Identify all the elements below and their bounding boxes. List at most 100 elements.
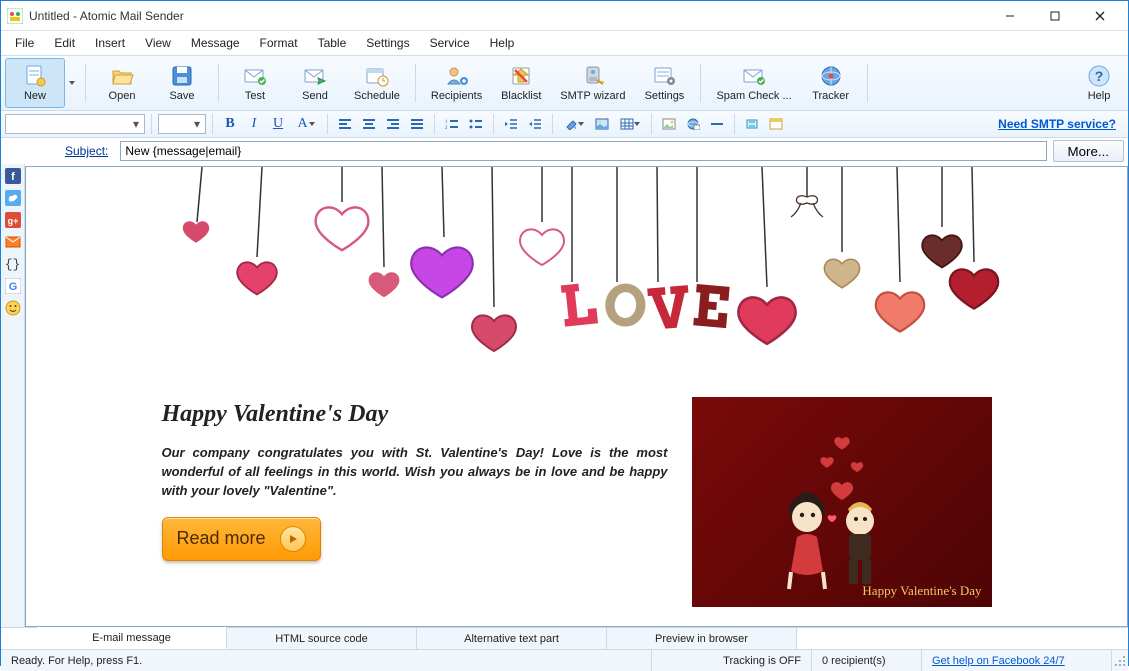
menu-service[interactable]: Service <box>422 34 478 52</box>
subject-more-button[interactable]: More... <box>1053 140 1124 162</box>
menu-edit[interactable]: Edit <box>46 34 83 52</box>
font-size-combo[interactable]: ▾ <box>158 114 206 134</box>
font-family-combo[interactable]: ▾ <box>5 114 145 134</box>
test-mail-icon <box>243 64 267 88</box>
insert-line-button[interactable] <box>706 113 728 135</box>
underline-button[interactable]: U <box>267 113 289 135</box>
indent-button[interactable] <box>524 113 546 135</box>
insert-picture-button[interactable] <box>591 113 613 135</box>
subject-label[interactable]: Subject: <box>59 142 114 160</box>
play-icon <box>280 526 306 552</box>
status-bar: Ready. For Help, press F1. Tracking is O… <box>1 649 1128 671</box>
align-center-button[interactable] <box>358 113 380 135</box>
italic-button[interactable]: I <box>243 113 265 135</box>
editor-tabs: E-mail message HTML source code Alternat… <box>1 627 1128 649</box>
test-label: Test <box>245 90 265 102</box>
code-braces-icon[interactable]: {} <box>5 256 21 272</box>
menu-format[interactable]: Format <box>252 34 306 52</box>
bold-button[interactable]: B <box>219 113 241 135</box>
status-tracking: Tracking is OFF <box>652 650 812 671</box>
tab-preview-browser[interactable]: Preview in browser <box>607 628 797 649</box>
facebook-icon[interactable]: f <box>5 168 21 184</box>
open-button[interactable]: Open <box>92 58 152 108</box>
image-caption: Happy Valentine's Day <box>862 583 981 599</box>
recipients-button[interactable]: Recipients <box>422 58 491 108</box>
app-icon <box>7 8 23 24</box>
blacklist-label: Blacklist <box>501 90 541 102</box>
email-icon[interactable] <box>5 234 21 250</box>
save-button[interactable]: Save <box>152 58 212 108</box>
tracker-button[interactable]: Tracker <box>801 58 861 108</box>
close-button[interactable] <box>1077 2 1122 30</box>
bulleted-list-button[interactable] <box>465 113 487 135</box>
google-icon[interactable]: G <box>5 278 21 294</box>
tracker-label: Tracker <box>812 90 849 102</box>
status-fb-help-link[interactable]: Get help on Facebook 24/7 <box>932 655 1065 667</box>
settings-button[interactable]: Settings <box>634 58 694 108</box>
love-banner-image: L O V E <box>142 167 1012 377</box>
settings-icon <box>652 64 676 88</box>
svg-text:f: f <box>11 171 15 183</box>
smtp-service-link[interactable]: Need SMTP service? <box>998 117 1124 131</box>
menu-view[interactable]: View <box>137 34 179 52</box>
menu-table[interactable]: Table <box>310 34 355 52</box>
subject-input[interactable] <box>120 141 1046 161</box>
insert-hyperlink-button[interactable] <box>682 113 704 135</box>
new-button[interactable]: New <box>5 58 65 108</box>
outdent-button[interactable] <box>500 113 522 135</box>
new-dropdown[interactable] <box>65 58 79 108</box>
align-justify-button[interactable] <box>406 113 428 135</box>
menu-insert[interactable]: Insert <box>87 34 133 52</box>
read-more-button[interactable]: Read more <box>162 517 321 561</box>
menu-message[interactable]: Message <box>183 34 248 52</box>
numbered-list-button[interactable]: 12 <box>441 113 463 135</box>
googleplus-icon[interactable]: g+ <box>5 212 21 228</box>
open-folder-icon <box>110 64 134 88</box>
tab-html-source[interactable]: HTML source code <box>227 628 417 649</box>
recipients-icon <box>445 64 469 88</box>
twitter-icon[interactable] <box>5 190 21 206</box>
edit-html-button[interactable] <box>765 113 787 135</box>
smtp-wizard-label: SMTP wizard <box>560 90 625 102</box>
svg-text:g+: g+ <box>7 216 18 226</box>
tab-alt-text[interactable]: Alternative text part <box>417 628 607 649</box>
menu-settings[interactable]: Settings <box>358 34 417 52</box>
help-label: Help <box>1088 90 1111 102</box>
menu-file[interactable]: File <box>7 34 42 52</box>
open-label: Open <box>109 90 136 102</box>
resize-grip-icon[interactable] <box>1112 653 1128 669</box>
svg-text:O: O <box>601 270 650 341</box>
svg-text:1: 1 <box>445 120 448 125</box>
font-color-button[interactable]: A <box>291 113 321 135</box>
smtp-wizard-button[interactable]: SMTP wizard <box>551 58 634 108</box>
insert-table-button[interactable] <box>615 113 645 135</box>
blacklist-button[interactable]: Blacklist <box>491 58 551 108</box>
blacklist-icon <box>509 64 533 88</box>
background-color-button[interactable] <box>559 113 589 135</box>
spam-check-icon <box>742 64 766 88</box>
tab-email-message[interactable]: E-mail message <box>37 627 227 648</box>
emoji-icon[interactable] <box>5 300 21 316</box>
minimize-button[interactable] <box>987 2 1032 30</box>
spam-check-button[interactable]: Spam Check ... <box>707 58 800 108</box>
menu-help[interactable]: Help <box>482 34 523 52</box>
help-button[interactable]: ? Help <box>1074 58 1124 108</box>
insert-image-button[interactable] <box>658 113 680 135</box>
email-heading: Happy Valentine's Day <box>162 401 668 428</box>
schedule-button[interactable]: Schedule <box>345 58 409 108</box>
svg-text:2: 2 <box>445 126 448 130</box>
menu-bar: File Edit Insert View Message Format Tab… <box>1 31 1128 55</box>
spin-syntax-button[interactable] <box>741 113 763 135</box>
send-button[interactable]: Send <box>285 58 345 108</box>
smtp-wizard-icon <box>581 64 605 88</box>
align-left-button[interactable] <box>334 113 356 135</box>
new-document-icon <box>23 64 47 88</box>
svg-text:G: G <box>8 281 17 293</box>
svg-text:L: L <box>556 269 600 340</box>
test-button[interactable]: Test <box>225 58 285 108</box>
email-editor[interactable]: L O V E H <box>25 166 1128 627</box>
maximize-button[interactable] <box>1032 2 1077 30</box>
subject-row: Subject: More... <box>1 138 1128 164</box>
title-bar: Untitled - Atomic Mail Sender <box>1 1 1128 31</box>
align-right-button[interactable] <box>382 113 404 135</box>
